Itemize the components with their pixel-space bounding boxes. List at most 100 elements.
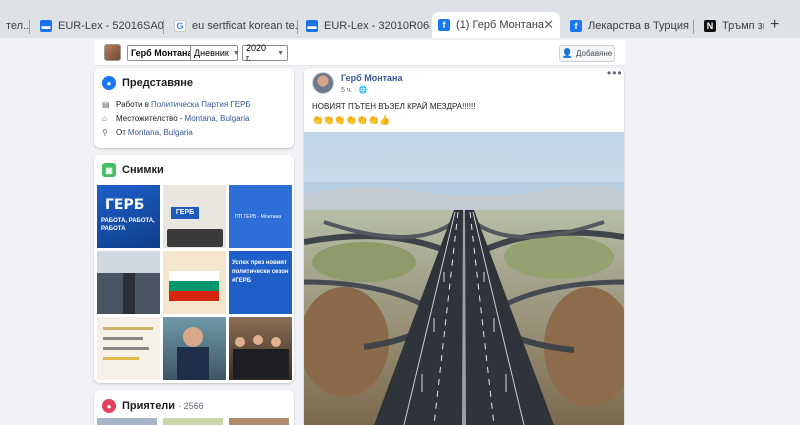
photos-title-text: Снимки <box>122 164 164 176</box>
photo-person-head <box>271 337 281 347</box>
friends-title: ● Приятели · 2566 <box>102 399 204 413</box>
post-emoji-line: 👏👏👏👏👏👏👍 <box>312 115 391 125</box>
photo-line <box>103 357 139 360</box>
intro-from-link[interactable]: Montana, Bulgaria <box>128 128 193 137</box>
photo-thumbnail[interactable] <box>97 251 160 314</box>
photo-road <box>123 273 135 314</box>
friends-icon: ● <box>102 399 116 413</box>
intro-title: ● Представяне <box>102 76 193 90</box>
friend-thumbnail[interactable] <box>229 418 289 425</box>
page-name[interactable]: Герб Монтана <box>127 45 197 61</box>
section-dropdown[interactable]: Дневник ▼ <box>190 45 240 61</box>
tab-separator <box>163 20 164 34</box>
photo-line <box>103 337 143 340</box>
photo-people <box>167 229 223 247</box>
tab-label: Лекарства в Турция <box>588 20 689 32</box>
friend-thumbnail[interactable] <box>97 418 157 425</box>
tab-label: Тръмп зн <box>722 20 764 32</box>
facebook-icon: f <box>438 19 450 31</box>
photo-thumbnail[interactable]: ГЕРБ РАБОТА, РАБОТА, РАБОТА <box>97 185 160 248</box>
photo-gerb-sign: ГЕРБ <box>171 207 199 219</box>
flag-white-stripe <box>169 271 219 281</box>
briefcase-icon: ▤ <box>102 100 110 109</box>
add-friend-button[interactable]: 👤 Добавяне <box>559 45 615 62</box>
year-dropdown[interactable]: 2020 г. ▼ <box>242 43 288 63</box>
post-text: НОВИЯТ ПЪТЕН ВЪЗЕЛ КРАЙ МЕЗДРА!!!!!! <box>312 102 476 111</box>
photo-success-text: Успех през новият политически сезон #ГЕР… <box>232 260 289 284</box>
photo-thumbnail[interactable] <box>163 317 226 380</box>
photo-thumbnail[interactable]: ПП ГЕРБ - Монтана <box>229 185 292 248</box>
tab-label: тел... <box>6 20 30 32</box>
browser-tab-strip: тел... ▬ EUR-Lex - 52016SA00... G eu ser… <box>0 0 800 38</box>
browser-tab[interactable]: N Тръмп зн <box>698 14 764 38</box>
intro-from: ⚲ От Montana, Bulgaria <box>102 128 193 137</box>
photo-thumbnail[interactable]: Успех през новият политически сезон #ГЕР… <box>229 251 292 314</box>
tab-separator <box>297 20 298 34</box>
browser-tab[interactable]: ▬ EUR-Lex - 52016SA00... <box>34 14 164 38</box>
friends-count: · 2566 <box>178 401 204 411</box>
n-icon: N <box>704 20 716 32</box>
photo-gerb-logo: ГЕРБ <box>105 197 145 213</box>
home-icon: ⌂ <box>102 114 107 123</box>
flag-red-stripe <box>169 291 219 301</box>
photos-title: ▣ Снимки <box>102 163 164 177</box>
close-icon[interactable]: ✕ <box>543 17 554 33</box>
eurlex-icon: ▬ <box>306 20 318 32</box>
intro-title-text: Представяне <box>122 77 194 89</box>
more-options-icon[interactable]: ••• <box>607 66 623 80</box>
friend-thumbnail[interactable] <box>163 418 223 425</box>
add-person-icon: 👤 <box>561 48 574 58</box>
photo-line <box>103 327 153 330</box>
intro-lives-prefix: Местожителство - <box>116 114 183 123</box>
browser-tab[interactable]: f Лекарства в Турция <box>564 14 694 38</box>
tab-separator <box>29 20 30 34</box>
photo-thumbnail[interactable] <box>229 317 292 380</box>
new-tab-plus-icon[interactable]: + <box>770 16 779 34</box>
photo-thumbnail[interactable]: ГЕРБ <box>163 185 226 248</box>
photo-person-head <box>235 337 245 347</box>
photo-person-head <box>183 327 203 347</box>
eurlex-icon: ▬ <box>40 20 52 32</box>
photo-icon: ▣ <box>102 163 116 177</box>
photo-people-body <box>233 349 289 379</box>
browser-tab[interactable]: G eu sertficat korean te... <box>168 14 298 38</box>
intro-card: ● Представяне ▤ Работи в Политическа Пар… <box>94 68 294 148</box>
photo-person-head <box>253 335 263 345</box>
add-button-label: Добавяне <box>576 49 613 58</box>
post-timestamp[interactable]: 5 ч. · 🌐 <box>341 86 367 94</box>
intro-work-link[interactable]: Политическа Партия ГЕРБ <box>151 100 251 109</box>
tab-label: (1) Герб Монтана <box>456 19 545 31</box>
page-avatar-small[interactable] <box>104 44 121 61</box>
chevron-down-icon: ▼ <box>277 49 284 57</box>
google-icon: G <box>174 20 186 32</box>
intro-lives-link[interactable]: Montana, Bulgaria <box>185 114 250 123</box>
year-dropdown-value: 2020 г. <box>246 43 267 63</box>
post-image-highway[interactable] <box>304 132 624 425</box>
intro-work: ▤ Работи в Политическа Партия ГЕРБ <box>102 100 251 109</box>
tab-separator <box>693 20 694 34</box>
chevron-down-icon: ▼ <box>232 49 240 57</box>
browser-tab-active[interactable]: f (1) Герб Монтана ✕ <box>432 12 560 38</box>
flag-green-stripe <box>169 281 219 291</box>
browser-tab[interactable]: ▬ EUR-Lex - 32010R064... <box>300 14 430 38</box>
intro-from-prefix: От <box>116 128 126 137</box>
friends-title-text: Приятели <box>122 400 176 412</box>
facebook-icon: f <box>570 20 582 32</box>
tab-label: eu sertficat korean te... <box>192 20 298 32</box>
globe-icon: ● <box>102 76 116 90</box>
photo-person-body <box>177 347 209 380</box>
tab-label: EUR-Lex - 32010R064... <box>324 20 430 32</box>
post-author-name[interactable]: Герб Монтана <box>341 73 403 83</box>
post-author-avatar[interactable] <box>312 72 334 94</box>
intro-lives: ⌂ Местожителство - Montana, Bulgaria <box>102 114 249 123</box>
photo-line <box>103 347 149 350</box>
section-dropdown-value: Дневник <box>194 48 229 58</box>
photo-thumbnail[interactable] <box>163 251 226 314</box>
tab-label: EUR-Lex - 52016SA00... <box>58 20 164 32</box>
photo-caption: ПП ГЕРБ - Монтана <box>235 214 281 220</box>
photo-thumbnail[interactable] <box>97 317 160 380</box>
location-pin-icon: ⚲ <box>102 128 108 137</box>
photo-gerb-slogan: РАБОТА, РАБОТА, РАБОТА <box>101 218 155 232</box>
browser-tab[interactable]: тел... <box>0 14 30 38</box>
intro-work-prefix: Работи в <box>116 100 149 109</box>
